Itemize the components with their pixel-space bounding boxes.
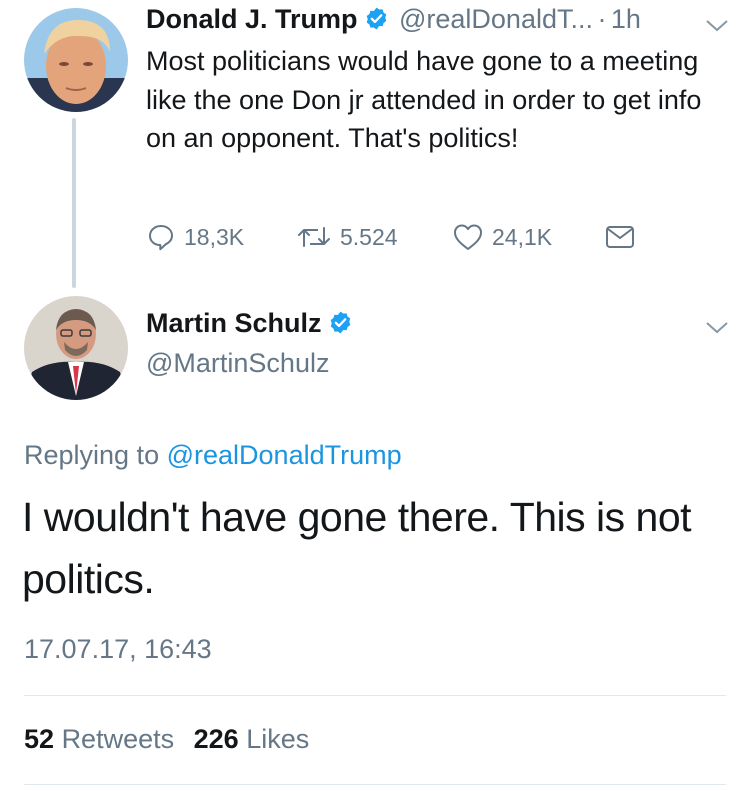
like-button[interactable]: 24,1K [452,222,552,252]
retweets-label: Retweets [61,724,175,754]
original-tweet-header: Donald J. Trump @realDonaldT... · 1h [146,4,641,35]
thread-connector-line [72,118,76,288]
direct-message-icon [606,226,634,248]
divider [24,695,726,696]
direct-message-button[interactable] [604,222,644,252]
reply-count: 18,3K [184,223,245,250]
author-name[interactable]: Donald J. Trump [146,4,358,34]
reply-button[interactable]: 18,3K [146,222,244,252]
time-ago[interactable]: 1h [611,4,641,34]
author-handle[interactable]: @MartinSchulz [146,348,329,379]
verified-badge-icon [328,310,353,335]
avatar-schulz[interactable] [24,296,128,400]
chevron-down-icon[interactable] [704,320,730,336]
retweet-icon [298,227,330,247]
tweet-timestamp[interactable]: 17.07.17, 16:43 [24,634,212,665]
likes-stat[interactable]: 226 Likes [194,724,310,754]
replying-to: Replying to @realDonaldTrump [24,440,402,471]
separator-dot: · [597,4,607,34]
original-tweet-text: Most politicians would have gone to a me… [146,46,702,153]
retweet-count: 5.524 [340,223,398,250]
chevron-down-icon[interactable] [704,18,730,34]
reply-tweet-header: Martin Schulz [146,308,353,339]
reply-tweet-text: I wouldn't have gone there. This is not … [22,494,692,602]
like-count: 24,1K [492,223,553,250]
retweet-button[interactable]: 5.524 [296,222,398,252]
heart-icon [454,224,482,250]
retweets-stat[interactable]: 52 Retweets [24,724,174,754]
verified-badge-icon [364,6,389,31]
replying-to-handle-link[interactable]: @realDonaldTrump [167,440,402,470]
engagement-stats: 52 Retweets 226 Likes [24,724,309,755]
divider [24,784,726,785]
reply-icon [149,225,173,251]
author-name[interactable]: Martin Schulz [146,308,322,338]
like-total: 226 [193,724,239,754]
replying-to-prefix: Replying to [24,440,160,470]
retweet-total: 52 [24,724,55,754]
author-handle[interactable]: @realDonaldT... [399,4,593,34]
likes-label: Likes [246,724,310,754]
avatar-trump[interactable] [24,8,128,112]
